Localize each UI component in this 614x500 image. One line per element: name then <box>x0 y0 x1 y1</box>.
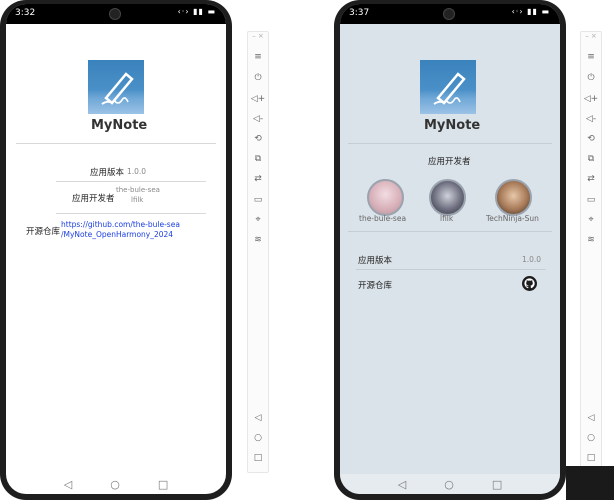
divider <box>348 231 552 232</box>
camera-notch <box>109 8 121 20</box>
developers-label: 应用开发者 <box>72 194 115 204</box>
right-emulator-toolbar: – × ≡ ⏻ ◁+ ◁- ⟲ ⧉ ⇄ ▭ ⌖ ≋ ◁ ○ □ <box>580 31 602 473</box>
swap-icon[interactable]: ⇄ <box>581 174 601 184</box>
app-logo <box>88 60 144 114</box>
right-phone-frame: 3:37 ‹·› ▮▮ ▬ MyNote 应用开发者 the-bule-sea … <box>334 0 566 500</box>
developer-name: TechNinja-Sun <box>486 214 539 223</box>
left-emulator-toolbar: – × ≡ ⏻ ◁+ ◁- ⟲ ⧉ ⇄ ▭ ⌖ ≋ ◁ ○ □ <box>247 31 269 473</box>
swap-icon[interactable]: ⇄ <box>248 174 268 184</box>
avatar[interactable] <box>367 179 404 216</box>
location-icon[interactable]: ⌖ <box>248 215 268 225</box>
recent-icon[interactable]: □ <box>158 478 168 491</box>
menu-icon[interactable]: ≡ <box>581 52 601 62</box>
divider <box>56 213 206 214</box>
home-icon[interactable]: ○ <box>110 478 120 491</box>
version-label: 应用版本 <box>358 256 393 266</box>
volume-up-icon[interactable]: ◁+ <box>581 94 601 104</box>
camera-notch <box>443 8 455 20</box>
volume-down-icon[interactable]: ◁- <box>581 114 601 124</box>
divider <box>356 269 546 270</box>
screenshot-icon[interactable]: ⧉ <box>248 154 268 164</box>
version-label: 应用版本 <box>90 168 125 178</box>
status-icons: ‹·› ▮▮ ▬ <box>177 7 216 16</box>
recent-icon[interactable]: □ <box>492 478 502 491</box>
right-phone-screen: 3:37 ‹·› ▮▮ ▬ MyNote 应用开发者 the-bule-sea … <box>340 4 560 494</box>
version-value: 1.0.0 <box>127 167 147 176</box>
battery-icon[interactable]: ▭ <box>581 195 601 205</box>
back-icon[interactable]: ◁ <box>64 478 72 491</box>
recent-icon[interactable]: □ <box>248 453 268 463</box>
status-time: 3:32 <box>15 8 36 18</box>
left-phone-screen: 3:32 ‹·› ▮▮ ▬ MyNote 应用版本 1.0.0 应用开发者 th… <box>6 4 226 494</box>
window-controls[interactable]: – × <box>248 32 268 46</box>
back-icon[interactable]: ◁ <box>581 413 601 423</box>
nav-bar: ◁ ○ □ <box>6 474 226 494</box>
menu-icon[interactable]: ≡ <box>248 52 268 62</box>
pen-icon <box>433 72 466 105</box>
volume-up-icon[interactable]: ◁+ <box>248 94 268 104</box>
avatar[interactable] <box>495 179 532 216</box>
home-icon[interactable]: ○ <box>581 433 601 443</box>
back-icon[interactable]: ◁ <box>398 478 406 491</box>
repo-link[interactable]: /MyNote_OpenHarmony_2024 <box>61 230 173 239</box>
app-name: MyNote <box>91 118 148 133</box>
window-controls[interactable]: – × <box>581 32 601 46</box>
status-bar: 3:32 ‹·› ▮▮ ▬ <box>6 4 226 24</box>
developer-name: lfilk <box>131 196 144 204</box>
nav-bar: ◁ ○ □ <box>340 474 560 494</box>
rotate-icon[interactable]: ⟲ <box>581 134 601 144</box>
left-phone-frame: 3:32 ‹·› ▮▮ ▬ MyNote 应用版本 1.0.0 应用开发者 th… <box>0 0 232 500</box>
desktop-edge <box>566 466 614 500</box>
developer-name: lfilk <box>440 214 454 223</box>
app-name: MyNote <box>424 118 481 133</box>
wifi-icon[interactable]: ≋ <box>581 235 601 245</box>
power-icon[interactable]: ⏻ <box>248 73 268 83</box>
recent-icon[interactable]: □ <box>581 453 601 463</box>
power-icon[interactable]: ⏻ <box>581 73 601 83</box>
status-bar: 3:37 ‹·› ▮▮ ▬ <box>340 4 560 24</box>
app-logo <box>420 60 476 114</box>
repo-link[interactable]: https://github.com/the-bule-sea <box>61 220 180 229</box>
developer-name: the-bule-sea <box>359 214 407 223</box>
repo-label: 开源仓库 <box>358 281 393 291</box>
divider <box>56 181 206 182</box>
screenshot-icon[interactable]: ⧉ <box>581 154 601 164</box>
developers-title: 应用开发者 <box>428 157 471 167</box>
github-icon[interactable] <box>522 276 537 291</box>
avatar[interactable] <box>429 179 466 216</box>
repo-label: 开源仓库 <box>26 227 61 237</box>
github-glyph <box>524 278 535 289</box>
battery-icon[interactable]: ▭ <box>248 195 268 205</box>
home-icon[interactable]: ○ <box>444 478 454 491</box>
home-icon[interactable]: ○ <box>248 433 268 443</box>
pen-icon <box>101 72 134 105</box>
version-value: 1.0.0 <box>522 255 542 264</box>
location-icon[interactable]: ⌖ <box>581 215 601 225</box>
back-icon[interactable]: ◁ <box>248 413 268 423</box>
divider <box>348 143 552 144</box>
volume-down-icon[interactable]: ◁- <box>248 114 268 124</box>
rotate-icon[interactable]: ⟲ <box>248 134 268 144</box>
status-time: 3:37 <box>349 8 370 18</box>
wifi-icon[interactable]: ≋ <box>248 235 268 245</box>
status-icons: ‹·› ▮▮ ▬ <box>511 7 550 16</box>
developer-name: the-bule-sea <box>116 186 160 194</box>
divider <box>16 143 216 144</box>
